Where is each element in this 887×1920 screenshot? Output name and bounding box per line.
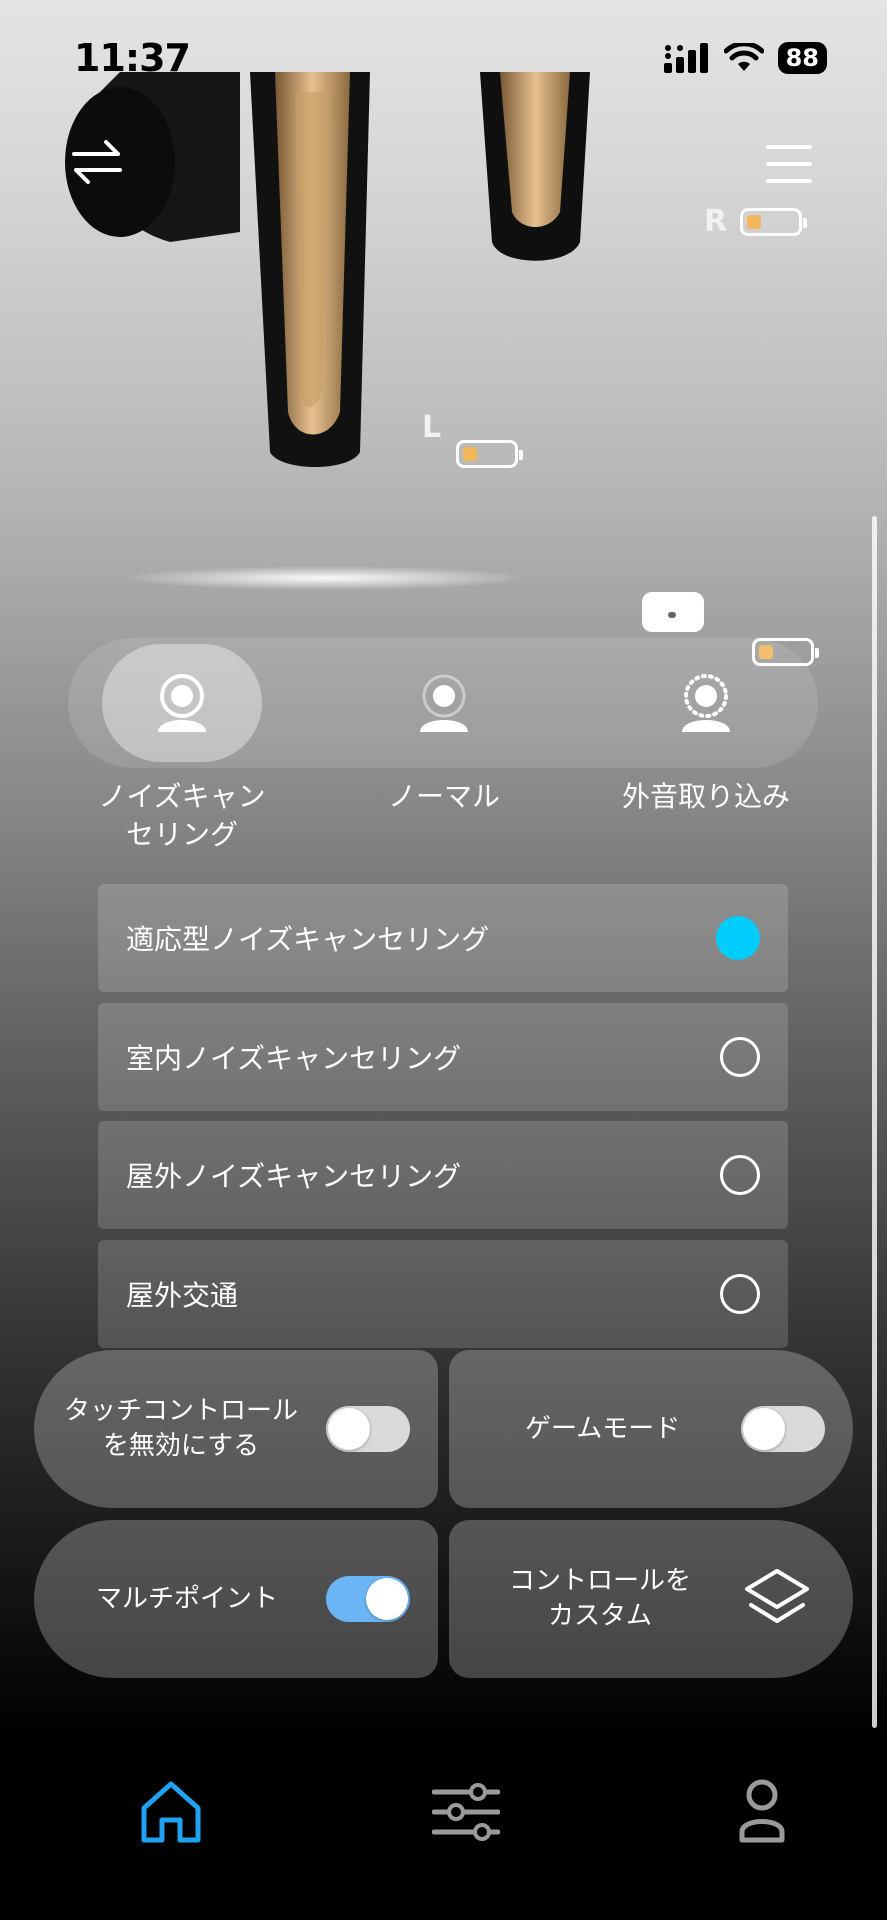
earbuds-shadow-glow	[120, 566, 530, 590]
radio-unselected-icon[interactable]	[720, 1274, 760, 1314]
mode-normal-label[interactable]: ノーマル	[334, 778, 554, 816]
person-anc-icon	[158, 674, 206, 732]
home-icon	[141, 1781, 201, 1843]
right-earbud-battery	[740, 208, 807, 236]
option-label: 適応型ノイズキャンセリング	[126, 923, 490, 956]
person-ambient-icon	[682, 674, 730, 732]
hamburger-menu-icon	[766, 145, 812, 183]
game-mode-label: ゲームモード	[525, 1413, 681, 1444]
tab-equalizer[interactable]	[431, 1782, 501, 1846]
custom-control-label-line1: コントロールを	[509, 1566, 692, 1596]
mode-anc-label-line2: セリング	[125, 818, 238, 851]
mode-anc-label[interactable]: ノイズキャン セリング	[72, 778, 292, 854]
touch-control-toggle[interactable]	[326, 1406, 410, 1452]
swap-arrows-icon	[72, 140, 122, 184]
mode-ambient-label[interactable]: 外音取り込み	[596, 778, 816, 816]
cellular-signal-icon	[663, 43, 708, 73]
multipoint-toggle[interactable]	[326, 1576, 410, 1622]
radio-unselected-icon[interactable]	[720, 1037, 760, 1077]
touch-control-label-line2: を無効にする	[102, 1431, 260, 1461]
option-label: 屋外交通	[126, 1279, 239, 1312]
touch-control-label: タッチコントロール を無効にする	[64, 1394, 298, 1464]
person-normal-icon	[420, 674, 468, 732]
radio-selected-icon[interactable]	[716, 916, 760, 960]
menu-button[interactable]	[766, 144, 812, 184]
tab-home[interactable]	[140, 1780, 202, 1848]
toggle-knob	[743, 1408, 785, 1450]
left-earbud-label: L	[422, 410, 442, 445]
multipoint-tile[interactable]: マルチポイント	[34, 1520, 438, 1678]
option-indoor-anc[interactable]: 室内ノイズキャンセリング	[98, 1003, 788, 1111]
tab-profile[interactable]	[738, 1778, 786, 1848]
status-icons: 88	[663, 42, 827, 74]
multipoint-label: マルチポイント	[96, 1583, 279, 1614]
toggle-knob	[366, 1578, 408, 1620]
switch-device-button[interactable]	[70, 136, 124, 188]
game-mode-toggle[interactable]	[741, 1406, 825, 1452]
scrollbar[interactable]	[872, 516, 877, 1728]
battery-percentage: 88	[777, 42, 827, 74]
option-adaptive-anc[interactable]: 適応型ノイズキャンセリング	[98, 884, 788, 992]
profile-icon	[739, 1779, 785, 1843]
custom-control-label: コントロールを カスタム	[509, 1564, 691, 1634]
wifi-icon	[723, 43, 764, 71]
touch-control-tile[interactable]: タッチコントロール を無効にする	[34, 1350, 438, 1508]
option-label: 室内ノイズキャンセリング	[126, 1042, 462, 1075]
mode-ambient-button[interactable]	[676, 674, 736, 738]
mode-normal-button[interactable]	[414, 674, 474, 738]
custom-control-label-line2: カスタム	[548, 1601, 653, 1631]
radio-unselected-icon[interactable]	[720, 1155, 760, 1195]
mode-anc-label-line1: ノイズキャン	[98, 780, 266, 813]
custom-control-tile[interactable]: コントロールを カスタム	[449, 1520, 853, 1678]
layers-icon	[745, 1569, 809, 1623]
charging-case-icon	[642, 592, 704, 632]
equalizer-sliders-icon	[431, 1783, 501, 1841]
touch-control-label-line1: タッチコントロール	[64, 1396, 299, 1426]
right-earbud-label: R	[704, 204, 728, 239]
option-outdoor-anc[interactable]: 屋外ノイズキャンセリング	[98, 1121, 788, 1229]
option-label: 屋外ノイズキャンセリング	[126, 1160, 462, 1193]
mode-anc-button[interactable]	[152, 674, 212, 738]
game-mode-tile[interactable]: ゲームモード	[449, 1350, 853, 1508]
earbuds-image	[65, 72, 590, 467]
toggle-knob	[328, 1408, 370, 1450]
left-earbud-battery	[456, 440, 523, 468]
option-outdoor-traffic[interactable]: 屋外交通	[98, 1240, 788, 1348]
